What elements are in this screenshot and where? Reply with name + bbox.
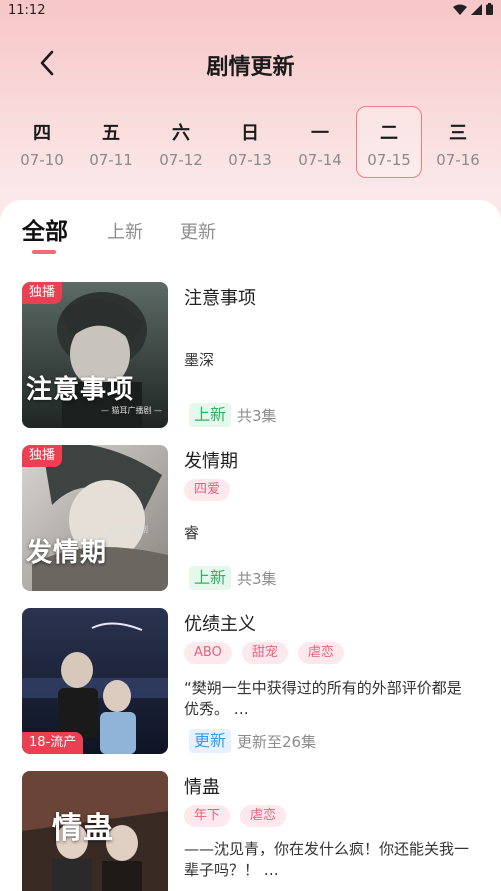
battery-icon — [486, 3, 493, 19]
tag[interactable]: 虐恋 — [240, 805, 287, 827]
cover-subtitle: 猫耳广播剧 — [108, 525, 148, 534]
page-title: 剧情更新 — [206, 55, 295, 80]
day-item-fri[interactable]: 五 07-11 — [78, 106, 144, 178]
episode-count: 更新至26集 — [237, 732, 317, 751]
day-weekday: 日 — [241, 123, 259, 144]
tab-all[interactable]: 全部 — [22, 212, 68, 246]
cover-image[interactable]: 情蛊 — [22, 771, 168, 891]
tag-list: 年下 虐恋 — [184, 805, 287, 827]
item-description: “樊朔一生中获得过的所有的外部评价都是优秀。 … — [184, 679, 462, 718]
cover-image[interactable]: 18-流产 — [22, 608, 168, 754]
list-item[interactable]: 情蛊 情蛊 年下 虐恋 ——沈见青，你在发什么疯！你还能关我一辈子吗？！ … — [22, 771, 482, 891]
episode-count: 共3集 — [237, 569, 277, 588]
exclusive-badge: 独播 — [22, 282, 63, 304]
day-date: 07-12 — [159, 151, 203, 169]
day-item-tue-selected[interactable]: 二 07-15 — [356, 106, 422, 178]
tab-indicator — [32, 250, 56, 254]
day-weekday: 三 — [449, 123, 467, 144]
cover-title: 注意事项 — [26, 375, 135, 405]
tag-list: ABO 甜宠 虐恋 — [184, 642, 344, 664]
tag[interactable]: 虐恋 — [297, 642, 344, 664]
day-item-thu[interactable]: 四 07-10 — [9, 106, 75, 178]
day-date: 07-15 — [367, 151, 411, 169]
item-title: 情蛊 — [184, 777, 220, 798]
item-footer: 上新 共3集 — [189, 403, 277, 427]
list-item[interactable]: 独播 注意事项 — 猫耳广播剧 — 注意事项 墨深 上新 共3集 — [22, 282, 482, 430]
status-time: 11:12 — [8, 3, 46, 18]
day-item-mon[interactable]: 一 07-14 — [287, 106, 353, 178]
item-description: 睿 — [184, 524, 200, 542]
day-item-wed[interactable]: 三 07-16 — [425, 106, 491, 178]
tag[interactable]: ABO — [184, 642, 232, 664]
status-bar: 11:12 — [0, 0, 501, 22]
item-description: ——沈见青，你在发什么疯！你还能关我一辈子吗？！ … — [184, 840, 470, 879]
day-weekday: 六 — [172, 123, 190, 144]
tag-list: 四爱 — [184, 479, 231, 501]
tag[interactable]: 年下 — [184, 805, 231, 827]
date-selector: 四 07-10 五 07-11 六 07-12 日 07-13 一 07-14 … — [0, 106, 501, 178]
cover-title: 发情期 — [26, 538, 108, 568]
item-footer: 上新 共3集 — [189, 566, 277, 590]
day-weekday: 四 — [33, 123, 51, 144]
cover-image[interactable]: 独播 注意事项 — 猫耳广播剧 — — [22, 282, 168, 428]
tab-updated[interactable]: 更新 — [180, 218, 216, 244]
item-title: 优绩主义 — [184, 614, 256, 635]
status-icons — [453, 3, 493, 19]
day-date: 07-10 — [20, 151, 64, 169]
day-weekday: 二 — [380, 123, 398, 144]
day-item-sat[interactable]: 六 07-12 — [148, 106, 214, 178]
tag[interactable]: 四爱 — [184, 479, 231, 501]
item-footer: 更新 更新至26集 — [189, 729, 316, 753]
day-weekday: 一 — [311, 123, 329, 144]
status-badge: 更新 — [189, 729, 232, 753]
filter-tabs: 全部 上新 更新 — [22, 212, 422, 256]
cover-subtitle: — 猫耳广播剧 — — [100, 406, 162, 415]
status-badge: 上新 — [189, 566, 232, 590]
day-weekday: 五 — [102, 123, 120, 144]
category-badge: 18-流产 — [22, 732, 84, 754]
exclusive-badge: 独播 — [22, 445, 63, 467]
day-date: 07-11 — [89, 151, 133, 169]
signal-icon — [471, 3, 482, 19]
list-item[interactable]: 独播 发情期 猫耳广播剧 发情期 四爱 睿 上新 共3集 — [22, 445, 482, 593]
item-description: 墨深 — [184, 351, 215, 369]
wifi-icon — [453, 4, 467, 19]
status-badge: 上新 — [189, 403, 232, 427]
cover-image[interactable]: 独播 发情期 猫耳广播剧 — [22, 445, 168, 591]
episode-count: 共3集 — [237, 406, 277, 425]
item-title: 发情期 — [184, 451, 238, 472]
item-title: 注意事项 — [184, 288, 256, 309]
tab-new[interactable]: 上新 — [107, 218, 143, 244]
day-date: 07-16 — [436, 151, 480, 169]
day-date: 07-13 — [228, 151, 272, 169]
day-item-sun[interactable]: 日 07-13 — [217, 106, 283, 178]
cover-title: 情蛊 — [52, 811, 114, 846]
content-panel: 全部 上新 更新 独播 注意事项 — 猫耳广播剧 — 注意事项 墨深 上新 共3… — [0, 200, 501, 891]
tag[interactable]: 甜宠 — [241, 642, 288, 664]
list-item[interactable]: 18-流产 优绩主义 ABO 甜宠 虐恋 “樊朔一生中获得过的所有的外部评价都是… — [22, 608, 482, 756]
header: 剧情更新 — [0, 40, 501, 88]
day-date: 07-14 — [298, 151, 342, 169]
